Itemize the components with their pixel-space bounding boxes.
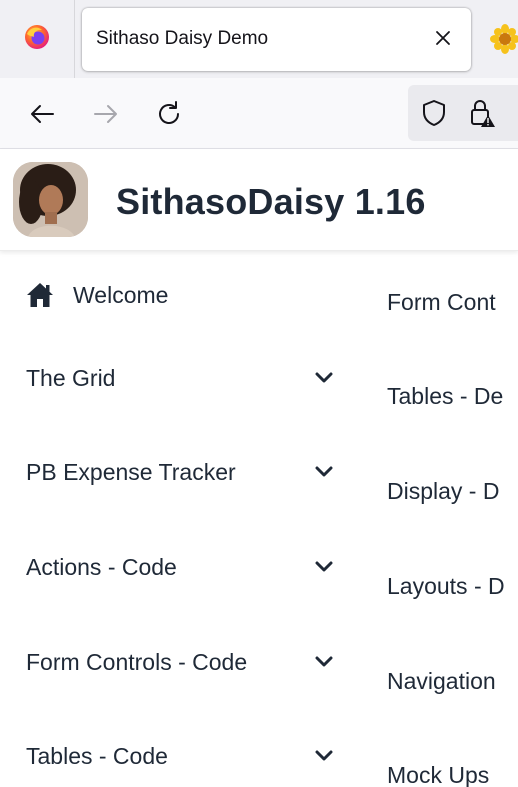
active-tab[interactable]: Sithaso Daisy Demo: [82, 8, 471, 71]
back-arrow-icon[interactable]: [26, 98, 58, 130]
sidebar-item-welcome[interactable]: Welcome: [26, 275, 342, 315]
sidebar-item-label: Actions - Code: [26, 553, 177, 580]
reload-icon[interactable]: [153, 98, 185, 130]
right-item-form-controls[interactable]: Form Cont: [387, 289, 496, 316]
shield-icon[interactable]: [421, 99, 447, 132]
sidebar-item-tables-code[interactable]: Tables - Code: [26, 736, 342, 776]
right-item-mock-ups[interactable]: Mock Ups: [387, 762, 489, 787]
sidebar-item-label: PB Expense Tracker: [26, 458, 236, 485]
chevron-down-icon[interactable]: [312, 366, 336, 390]
avatar[interactable]: [13, 162, 88, 237]
chevron-down-icon[interactable]: [312, 460, 336, 484]
home-icon: [26, 282, 54, 308]
sidebar-item-actions-code[interactable]: Actions - Code: [26, 547, 342, 587]
forward-arrow-icon[interactable]: [90, 98, 122, 130]
right-item-navigation[interactable]: Navigation: [387, 668, 496, 695]
firefox-icon: [24, 24, 50, 55]
sidebar-item-label: Tables - Code: [26, 742, 168, 769]
firefox-menu-tab[interactable]: [0, 0, 75, 78]
sidebar-item-label: Form Controls - Code: [26, 648, 248, 675]
sidebar-item-pb-expense-tracker[interactable]: PB Expense Tracker: [26, 452, 342, 492]
browser-navbar: [0, 78, 518, 149]
close-icon[interactable]: [431, 26, 455, 50]
sidebar-item-label: Welcome: [73, 281, 169, 308]
right-item-display[interactable]: Display - D: [387, 478, 499, 505]
right-item-tables[interactable]: Tables - De: [387, 383, 503, 410]
sunflower-icon[interactable]: [490, 24, 518, 54]
app-header: SithasoDaisy 1.16: [0, 149, 518, 251]
chevron-down-icon[interactable]: [312, 555, 336, 579]
app-title: SithasoDaisy 1.16: [116, 181, 426, 222]
url-bar[interactable]: [408, 85, 518, 141]
browser-tab-strip: Sithaso Daisy Demo: [0, 0, 518, 78]
chevron-down-icon[interactable]: [312, 650, 336, 674]
sidebar-item-form-controls-code[interactable]: Form Controls - Code: [26, 642, 342, 682]
tab-title: Sithaso Daisy Demo: [96, 28, 269, 49]
sidebar-item-label: The Grid: [26, 364, 116, 391]
right-item-layouts[interactable]: Layouts - D: [387, 573, 505, 600]
chevron-down-icon[interactable]: [312, 744, 336, 768]
sidebar: Welcome The Grid PB Expense Tracker Acti…: [0, 251, 352, 787]
sidebar-item-the-grid[interactable]: The Grid: [26, 358, 342, 398]
right-menu-column: Form Cont Tables - De Display - D Layout…: [352, 251, 518, 787]
lock-warning-icon[interactable]: [468, 98, 498, 133]
